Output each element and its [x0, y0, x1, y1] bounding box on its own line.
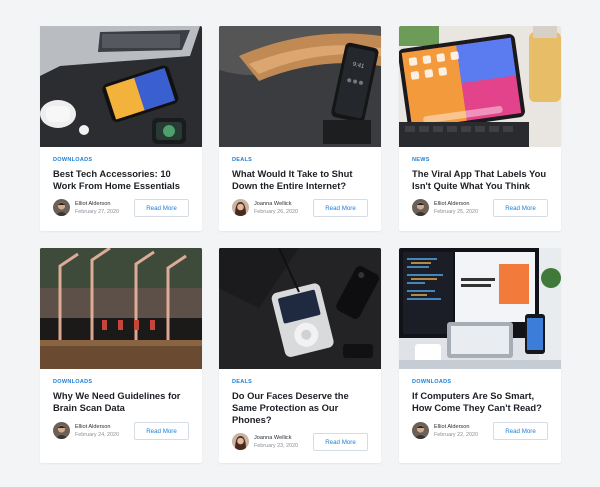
- read-more-button[interactable]: Read More: [134, 422, 189, 440]
- author-name[interactable]: Elliot Alderson: [75, 200, 119, 208]
- author-meta: Elliot Alderson February 25, 2020: [412, 199, 478, 216]
- article-thumbnail[interactable]: [399, 26, 561, 147]
- avatar: [232, 199, 249, 216]
- avatar: [232, 433, 249, 450]
- read-more-button[interactable]: Read More: [313, 199, 368, 217]
- author-meta: Joanna Wellick February 26, 2020: [232, 199, 298, 216]
- avatar: [53, 199, 70, 216]
- author-name[interactable]: Joanna Wellick: [254, 434, 298, 442]
- post-date: February 27, 2020: [75, 208, 120, 215]
- article-title[interactable]: If Computers Are So Smart, How Come They…: [412, 390, 548, 414]
- author-name[interactable]: Elliot Alderson: [434, 423, 478, 431]
- article-title[interactable]: Why We Need Guidelines for Brain Scan Da…: [53, 390, 189, 414]
- category-label[interactable]: DOWNLOADS: [53, 156, 189, 164]
- category-label[interactable]: DOWNLOADS: [412, 378, 548, 386]
- author-name[interactable]: Joanna Wellick: [254, 200, 298, 208]
- post-date: February 26, 2020: [254, 208, 299, 215]
- article-title[interactable]: What Would It Take to Shut Down the Enti…: [232, 168, 368, 192]
- read-more-button[interactable]: Read More: [493, 422, 548, 440]
- post-date: February 24, 2020: [75, 431, 120, 438]
- category-label[interactable]: DEALS: [232, 378, 368, 386]
- post-date: February 25, 2020: [434, 208, 479, 215]
- article-card[interactable]: DOWNLOADS Best Tech Accessories: 10 Work…: [40, 26, 202, 231]
- read-more-button[interactable]: Read More: [134, 199, 189, 217]
- article-card[interactable]: DOWNLOADS If Computers Are So Smart, How…: [399, 248, 561, 463]
- avatar: [412, 199, 429, 216]
- category-label[interactable]: DOWNLOADS: [53, 378, 189, 386]
- article-card[interactable]: DEALS Do Our Faces Deserve the Same Prot…: [219, 248, 381, 463]
- category-label[interactable]: DEALS: [232, 156, 368, 164]
- article-title[interactable]: The Viral App That Labels You Isn't Quit…: [412, 168, 548, 192]
- avatar: [412, 422, 429, 439]
- article-card[interactable]: NEWS The Viral App That Labels You Isn't…: [399, 26, 561, 231]
- read-more-button[interactable]: Read More: [493, 199, 548, 217]
- author-meta: Elliot Alderson February 22, 2020: [412, 422, 478, 439]
- article-card[interactable]: DOWNLOADS Why We Need Guidelines for Bra…: [40, 248, 202, 463]
- author-meta: Elliot Alderson February 27, 2020: [53, 199, 119, 216]
- post-date: February 22, 2020: [434, 431, 479, 438]
- article-card[interactable]: 9:41 DEALS What Would It Take to Shut Do…: [219, 26, 381, 231]
- read-more-button[interactable]: Read More: [313, 433, 368, 451]
- post-date: February 23, 2020: [254, 442, 299, 449]
- article-thumbnail[interactable]: [219, 248, 381, 369]
- article-thumbnail[interactable]: [399, 248, 561, 369]
- article-title[interactable]: Do Our Faces Deserve the Same Protection…: [232, 390, 368, 426]
- author-meta: Joanna Wellick February 23, 2020: [232, 433, 298, 450]
- author-name[interactable]: Elliot Alderson: [434, 200, 478, 208]
- article-thumbnail[interactable]: [40, 248, 202, 369]
- avatar: [53, 422, 70, 439]
- article-thumbnail[interactable]: 9:41: [219, 26, 381, 147]
- article-thumbnail[interactable]: [40, 26, 202, 147]
- article-title[interactable]: Best Tech Accessories: 10 Work From Home…: [53, 168, 189, 192]
- author-name[interactable]: Elliot Alderson: [75, 423, 119, 431]
- category-label[interactable]: NEWS: [412, 156, 548, 164]
- author-meta: Elliot Alderson February 24, 2020: [53, 422, 119, 439]
